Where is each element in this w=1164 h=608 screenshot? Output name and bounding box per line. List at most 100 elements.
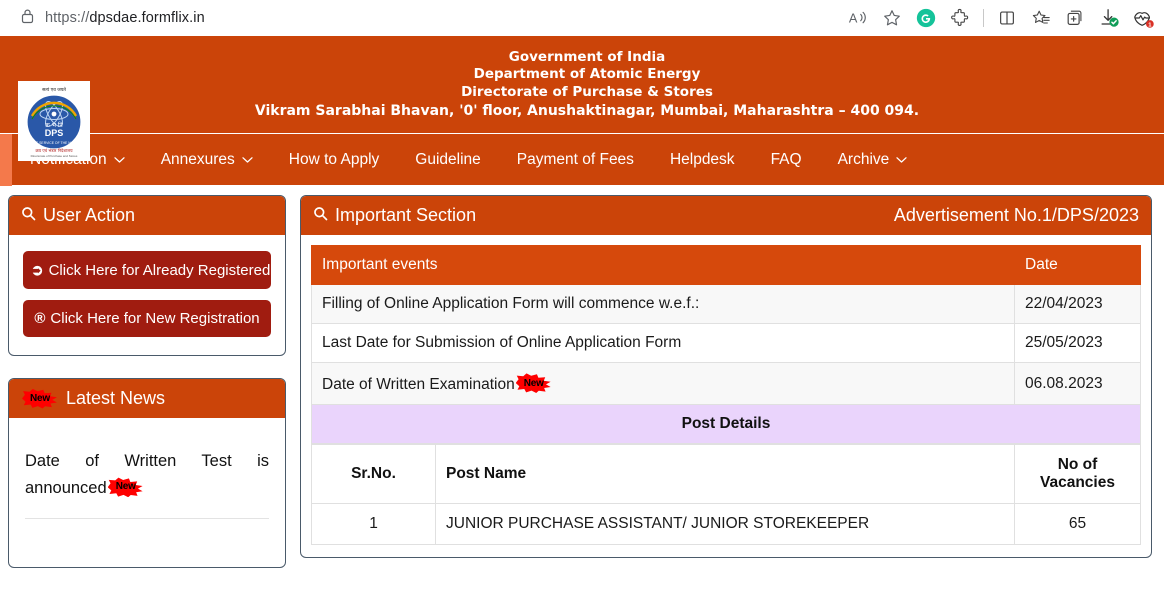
event-date-cell: 22/04/2023: [1014, 284, 1141, 324]
latest-news-title: Latest News: [66, 388, 166, 408]
content-area: User Action ➲ Click Here for Already Regi…: [0, 185, 1164, 568]
page-content: सत्यं एव जयते क्र भ नि DPS IN THE SERVIC…: [0, 36, 1164, 608]
table-row: Last Date for Submission of Online Appli…: [311, 323, 1141, 363]
toolbar-divider: [983, 9, 984, 27]
event-date-cell: 06.08.2023: [1014, 362, 1141, 405]
chevron-down-icon: [896, 151, 907, 169]
user-action-body: ➲ Click Here for Already Registered ® Clic…: [9, 235, 285, 355]
url-text: https://dpsdae.formflix.in: [45, 10, 205, 26]
grammarly-icon[interactable]: [911, 3, 941, 33]
event-name-cell: Date of Written Examination New: [311, 362, 1015, 405]
nav-label: Guideline: [415, 150, 481, 168]
site-header: सत्यं एव जयते क्र भ नि DPS IN THE SERVIC…: [0, 36, 1164, 161]
post-details-title: Post Details: [311, 404, 1141, 444]
table-row: Date of Written Examination New 06.08.202…: [311, 362, 1141, 405]
nav-label: Payment of Fees: [516, 150, 634, 168]
nav-item-annexures[interactable]: Annexures: [143, 134, 271, 186]
new-badge-label: New: [115, 480, 136, 492]
news-divider: [25, 518, 269, 520]
new-registration-button[interactable]: ® Click Here for New Registration: [23, 300, 271, 337]
important-tables-wrap: Important events Date Filling of Online …: [301, 235, 1151, 557]
extensions-puzzle-icon[interactable]: [945, 3, 975, 33]
nav-item-helpdesk[interactable]: Helpdesk: [652, 134, 753, 186]
post-name-cell: JUNIOR PURCHASE ASSISTANT/ JUNIOR STOREK…: [435, 503, 1015, 545]
lock-icon: [20, 8, 35, 29]
event-name-cell: Filling of Online Application Form will …: [311, 284, 1015, 324]
already-registered-label: Click Here for Already Registered: [48, 262, 271, 279]
events-header-row: Important events Date: [311, 245, 1141, 285]
nav-label: Helpdesk: [669, 150, 735, 168]
left-column: User Action ➲ Click Here for Already Regi…: [8, 195, 286, 568]
read-aloud-icon[interactable]: A: [843, 3, 873, 33]
post-details-table: Sr.No. Post Name No of Vacancies 1 JUNIO…: [311, 444, 1141, 545]
svg-text:DPS: DPS: [45, 128, 64, 138]
browser-essentials-icon[interactable]: 1: [1128, 3, 1158, 33]
search-icon: [21, 206, 36, 225]
nav-label: FAQ: [770, 150, 802, 168]
post-col-header-srno: Sr.No.: [311, 444, 436, 504]
nav-item-guideline[interactable]: Guideline: [397, 134, 499, 186]
new-badge-icon: New: [22, 388, 58, 409]
event-name-text: Date of Written Examination: [322, 376, 515, 393]
new-badge-label: New: [523, 377, 544, 389]
nav-label: How to Apply: [288, 150, 380, 168]
latest-news-item-text: Date of Written Test is announced: [25, 452, 269, 498]
svg-text:सत्यं एव जयते: सत्यं एव जयते: [42, 86, 66, 93]
event-name-cell: Last Date for Submission of Online Appli…: [311, 323, 1015, 363]
header-line-government: Government of India: [508, 48, 666, 65]
table-row: Filling of Online Application Form will …: [311, 284, 1141, 324]
favorites-list-icon[interactable]: [1026, 3, 1056, 33]
new-badge-icon: New: [515, 373, 552, 393]
chevron-down-icon: [114, 151, 125, 169]
nav-item-archive[interactable]: Archive: [820, 134, 926, 186]
post-col-header-vacancies: No of Vacancies: [1014, 444, 1141, 504]
post-srno-cell: 1: [311, 503, 436, 545]
downloads-icon[interactable]: [1094, 3, 1124, 33]
latest-news-body: Date of Written Test is announced New: [9, 418, 285, 520]
user-action-panel: User Action ➲ Click Here for Already Regi…: [8, 195, 286, 356]
latest-news-header: New Latest News: [9, 379, 285, 418]
svg-text:IN THE SERVICE OF THE NATION: IN THE SERVICE OF THE NATION: [27, 141, 81, 145]
dps-logo: सत्यं एव जयते क्र भ नि DPS IN THE SERVIC…: [18, 81, 90, 161]
post-vacancies-cell: 65: [1014, 503, 1141, 545]
important-section-header: Important Section Advertisement No.1/DPS…: [301, 196, 1151, 235]
table-row: 1 JUNIOR PURCHASE ASSISTANT/ JUNIOR STOR…: [311, 503, 1141, 545]
main-navigation: Notification Annexures How to Apply Guid…: [0, 133, 1164, 186]
header-title-block: Government of India Department of Atomic…: [0, 49, 1164, 121]
new-registration-label: Click Here for New Registration: [50, 310, 260, 327]
sign-in-icon: ➲: [31, 262, 44, 279]
new-badge-label: New: [30, 393, 50, 404]
header-line-department: Department of Atomic Energy: [473, 66, 701, 83]
browser-toolbar: https://dpsdae.formflix.in A 1: [0, 0, 1164, 36]
nav-item-faq[interactable]: FAQ: [753, 134, 820, 186]
advertisement-number: Advertisement No.1/DPS/2023: [893, 205, 1139, 225]
user-action-title: User Action: [43, 205, 136, 225]
collections-icon[interactable]: [1060, 3, 1090, 33]
nav-item-payment-of-fees[interactable]: Payment of Fees: [499, 134, 652, 186]
post-col-header-name: Post Name: [435, 444, 1015, 504]
important-section-title: Important Section: [335, 205, 477, 225]
important-events-table: Important events Date Filling of Online …: [311, 245, 1141, 444]
svg-text:A: A: [849, 11, 858, 26]
favorite-star-icon[interactable]: [877, 3, 907, 33]
event-date-cell: 25/05/2023: [1014, 323, 1141, 363]
address-bar[interactable]: https://dpsdae.formflix.in: [10, 4, 839, 32]
events-col-header-date: Date: [1014, 245, 1141, 285]
registered-mark-icon: ®: [34, 310, 46, 327]
header-line-directorate: Directorate of Purchase & Stores: [461, 84, 713, 101]
header-line-address: Vikram Sarabhai Bhavan, '0' floor, Anush…: [254, 102, 920, 119]
already-registered-button[interactable]: ➲ Click Here for Already Registered: [23, 251, 271, 289]
right-column: Important Section Advertisement No.1/DPS…: [300, 195, 1152, 558]
chevron-down-icon: [242, 151, 253, 169]
nav-label: Annexures: [160, 150, 235, 168]
important-section-panel: Important Section Advertisement No.1/DPS…: [300, 195, 1152, 558]
post-details-title-row: Post Details: [311, 404, 1141, 444]
nav-label: Archive: [837, 150, 890, 168]
latest-news-item[interactable]: Date of Written Test is announced New: [25, 448, 269, 502]
split-screen-icon[interactable]: [992, 3, 1022, 33]
toolbar-icon-group: A 1: [843, 3, 1158, 33]
user-action-header: User Action: [9, 196, 285, 235]
search-icon: [313, 206, 328, 225]
nav-item-how-to-apply[interactable]: How to Apply: [271, 134, 397, 186]
new-badge-icon: New: [107, 477, 144, 498]
